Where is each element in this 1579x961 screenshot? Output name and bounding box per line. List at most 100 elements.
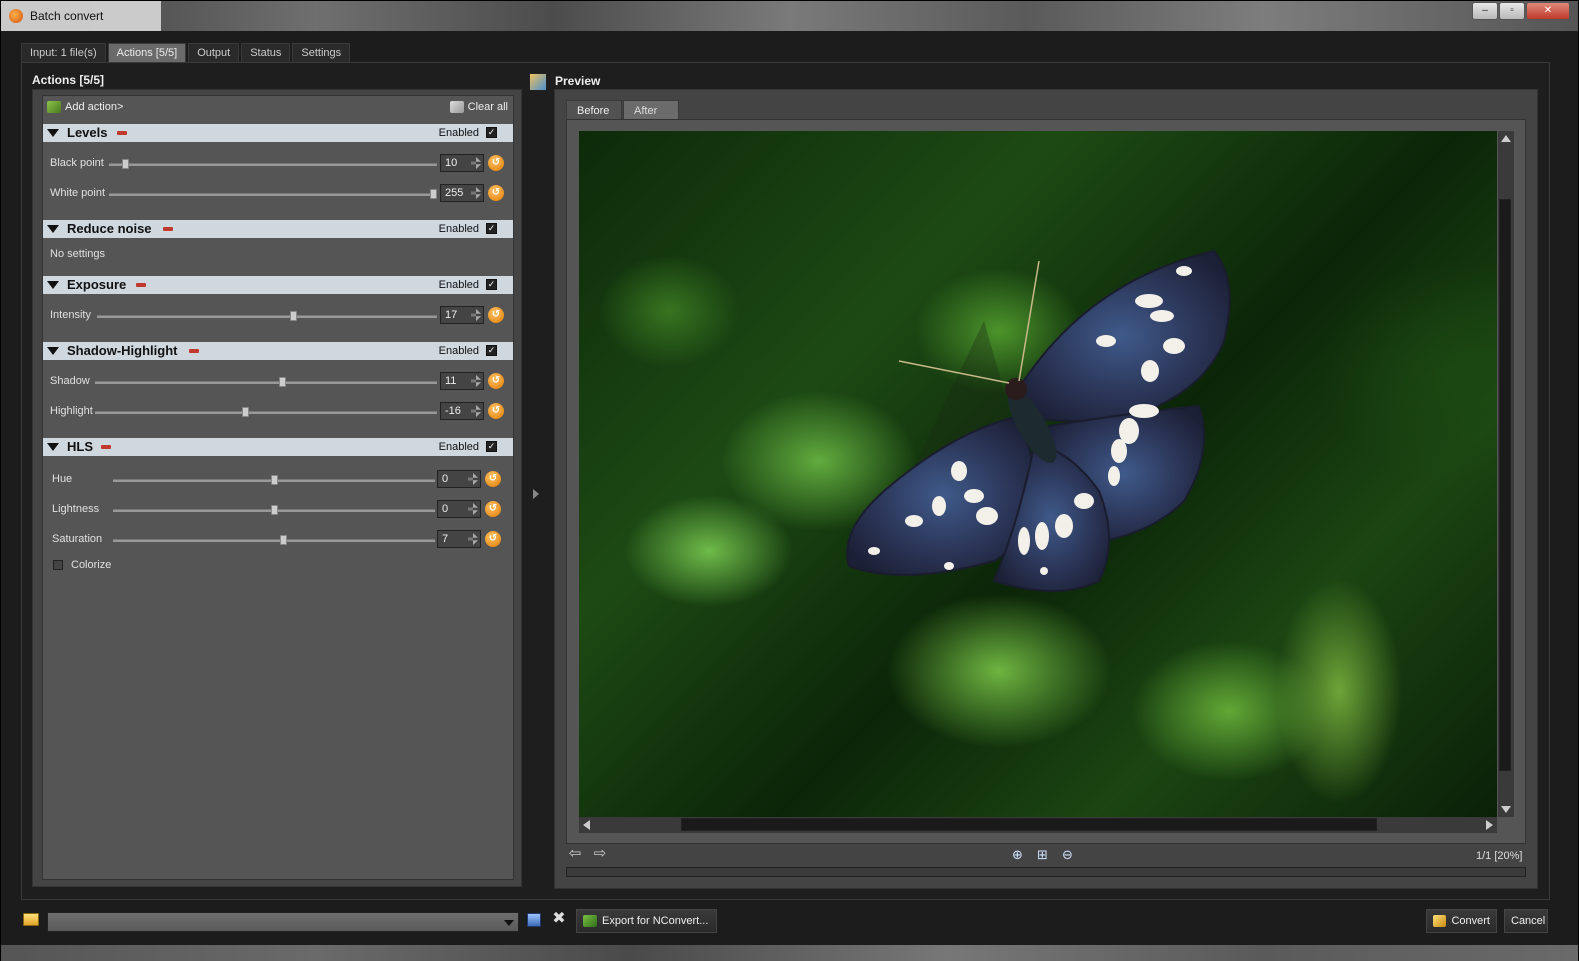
scroll-thumb[interactable]: [681, 818, 1377, 831]
enabled-checkbox[interactable]: ✓: [486, 345, 497, 356]
value-spinbox[interactable]: 10: [440, 154, 484, 172]
slider-track[interactable]: [95, 381, 437, 384]
tab-settings[interactable]: Settings: [292, 43, 351, 63]
scroll-left-icon[interactable]: [583, 820, 590, 830]
delete-icon[interactable]: ✖: [551, 911, 567, 927]
slider-thumb[interactable]: [279, 535, 287, 545]
slider-label: Shadow: [50, 375, 90, 387]
collapse-triangle-icon[interactable]: [47, 443, 59, 451]
value-spinbox[interactable]: 11: [440, 372, 484, 390]
preview-image[interactable]: [579, 131, 1497, 817]
reset-icon[interactable]: ↺: [488, 155, 504, 171]
remove-action-icon[interactable]: [163, 227, 173, 231]
value-spinbox[interactable]: 17: [440, 306, 484, 324]
reset-icon[interactable]: ↺: [488, 307, 504, 323]
horizontal-scrollbar[interactable]: [579, 817, 1497, 833]
slider-track[interactable]: [109, 163, 437, 166]
zoom-in-icon[interactable]: ⊕: [1009, 846, 1026, 863]
preset-dropdown[interactable]: [47, 912, 519, 932]
enabled-checkbox[interactable]: ✓: [486, 223, 497, 234]
remove-action-icon[interactable]: [136, 283, 146, 287]
enabled-checkbox[interactable]: ✓: [486, 279, 497, 290]
cancel-button[interactable]: Cancel: [1504, 909, 1548, 933]
add-action-label: Add action>: [65, 101, 124, 113]
section-header[interactable]: Reduce noise Enabled ✓: [43, 220, 513, 238]
tab-input[interactable]: Input: 1 file(s): [21, 43, 106, 63]
slider-track[interactable]: [113, 539, 435, 542]
zoom-out-icon[interactable]: ⊖: [1059, 846, 1076, 863]
section-hls: HLS Enabled ✓: [43, 438, 513, 456]
enabled-label: Enabled: [438, 279, 479, 291]
tab-actions[interactable]: Actions [5/5]: [107, 43, 187, 63]
reset-icon[interactable]: ↺: [485, 501, 501, 517]
reset-icon[interactable]: ↺: [488, 373, 504, 389]
close-button[interactable]: ✕: [1526, 2, 1570, 20]
fit-icon[interactable]: ⊞: [1034, 846, 1051, 863]
remove-action-icon[interactable]: [117, 131, 127, 135]
vertical-scrollbar[interactable]: [1498, 131, 1514, 817]
collapse-triangle-icon[interactable]: [47, 347, 59, 355]
remove-action-icon[interactable]: [101, 445, 111, 449]
value-spinbox[interactable]: 255: [440, 184, 484, 202]
progress-bar: [566, 867, 1526, 877]
section-shadow-highlight: Shadow-Highlight Enabled ✓: [43, 342, 513, 360]
section-title: HLS: [67, 439, 93, 454]
slider-track[interactable]: [97, 315, 437, 318]
section-header[interactable]: Shadow-Highlight Enabled ✓: [43, 342, 513, 360]
tab-output[interactable]: Output: [188, 43, 240, 63]
slider-track[interactable]: [95, 411, 437, 414]
next-arrow-icon[interactable]: ⇨: [592, 846, 608, 862]
reset-icon[interactable]: ↺: [488, 185, 504, 201]
tab-status[interactable]: Status: [241, 43, 291, 63]
collapse-triangle-icon[interactable]: [47, 129, 59, 137]
value-spinbox[interactable]: -16: [440, 402, 484, 420]
reset-icon[interactable]: ↺: [485, 471, 501, 487]
slider-track[interactable]: [109, 193, 437, 196]
scroll-down-icon[interactable]: [1501, 806, 1511, 813]
enabled-checkbox[interactable]: ✓: [486, 441, 497, 452]
tab-after[interactable]: After: [623, 100, 679, 120]
value-spinbox[interactable]: 7: [437, 530, 481, 548]
chevron-down-icon[interactable]: [504, 920, 514, 926]
remove-action-icon[interactable]: [189, 349, 199, 353]
checkbox-box[interactable]: [53, 560, 63, 570]
slider-thumb[interactable]: [430, 189, 437, 199]
tab-before[interactable]: Before: [566, 100, 622, 120]
scroll-up-icon[interactable]: [1501, 135, 1511, 142]
section-header[interactable]: Exposure Enabled ✓: [43, 276, 513, 294]
section-header[interactable]: Levels Enabled ✓: [43, 124, 513, 142]
minimize-button[interactable]: –: [1472, 2, 1498, 20]
convert-button[interactable]: Convert: [1426, 909, 1497, 933]
maximize-button[interactable]: ▫: [1499, 2, 1525, 20]
scroll-right-icon[interactable]: [1486, 820, 1493, 830]
slider-row-highlight: Highlight -16 ↺: [43, 402, 513, 422]
add-action-button[interactable]: Add action>: [47, 101, 123, 113]
reset-icon[interactable]: ↺: [485, 531, 501, 547]
slider-label: Hue: [52, 473, 73, 485]
value-spinbox[interactable]: 0: [437, 470, 481, 488]
slider-thumb[interactable]: [279, 377, 287, 387]
slider-label: White point: [50, 187, 106, 199]
slider-thumb[interactable]: [242, 407, 250, 417]
export-label: Export for NConvert...: [602, 915, 709, 927]
enabled-checkbox[interactable]: ✓: [486, 127, 497, 138]
slider-thumb[interactable]: [270, 505, 278, 515]
slider-row-hue: Hue 0 ↺: [43, 470, 513, 490]
clear-all-button[interactable]: Clear all: [449, 101, 508, 113]
collapse-triangle-icon[interactable]: [47, 225, 59, 233]
value-spinbox[interactable]: 0: [437, 500, 481, 518]
prev-arrow-icon[interactable]: ⇦: [567, 846, 583, 862]
open-folder-icon[interactable]: [23, 913, 39, 926]
save-icon[interactable]: [527, 913, 541, 927]
slider-label: Intensity: [50, 309, 91, 321]
section-header[interactable]: HLS Enabled ✓: [43, 438, 513, 456]
slider-thumb[interactable]: [290, 311, 298, 321]
collapse-triangle-icon[interactable]: [47, 281, 59, 289]
splitter-arrow-icon[interactable]: [533, 489, 539, 499]
colorize-checkbox[interactable]: Colorize: [53, 559, 111, 571]
export-nconvert-button[interactable]: Export for NConvert...: [576, 909, 717, 933]
scroll-thumb[interactable]: [1499, 199, 1511, 771]
slider-thumb[interactable]: [121, 159, 129, 169]
slider-thumb[interactable]: [270, 475, 278, 485]
reset-icon[interactable]: ↺: [488, 403, 504, 419]
